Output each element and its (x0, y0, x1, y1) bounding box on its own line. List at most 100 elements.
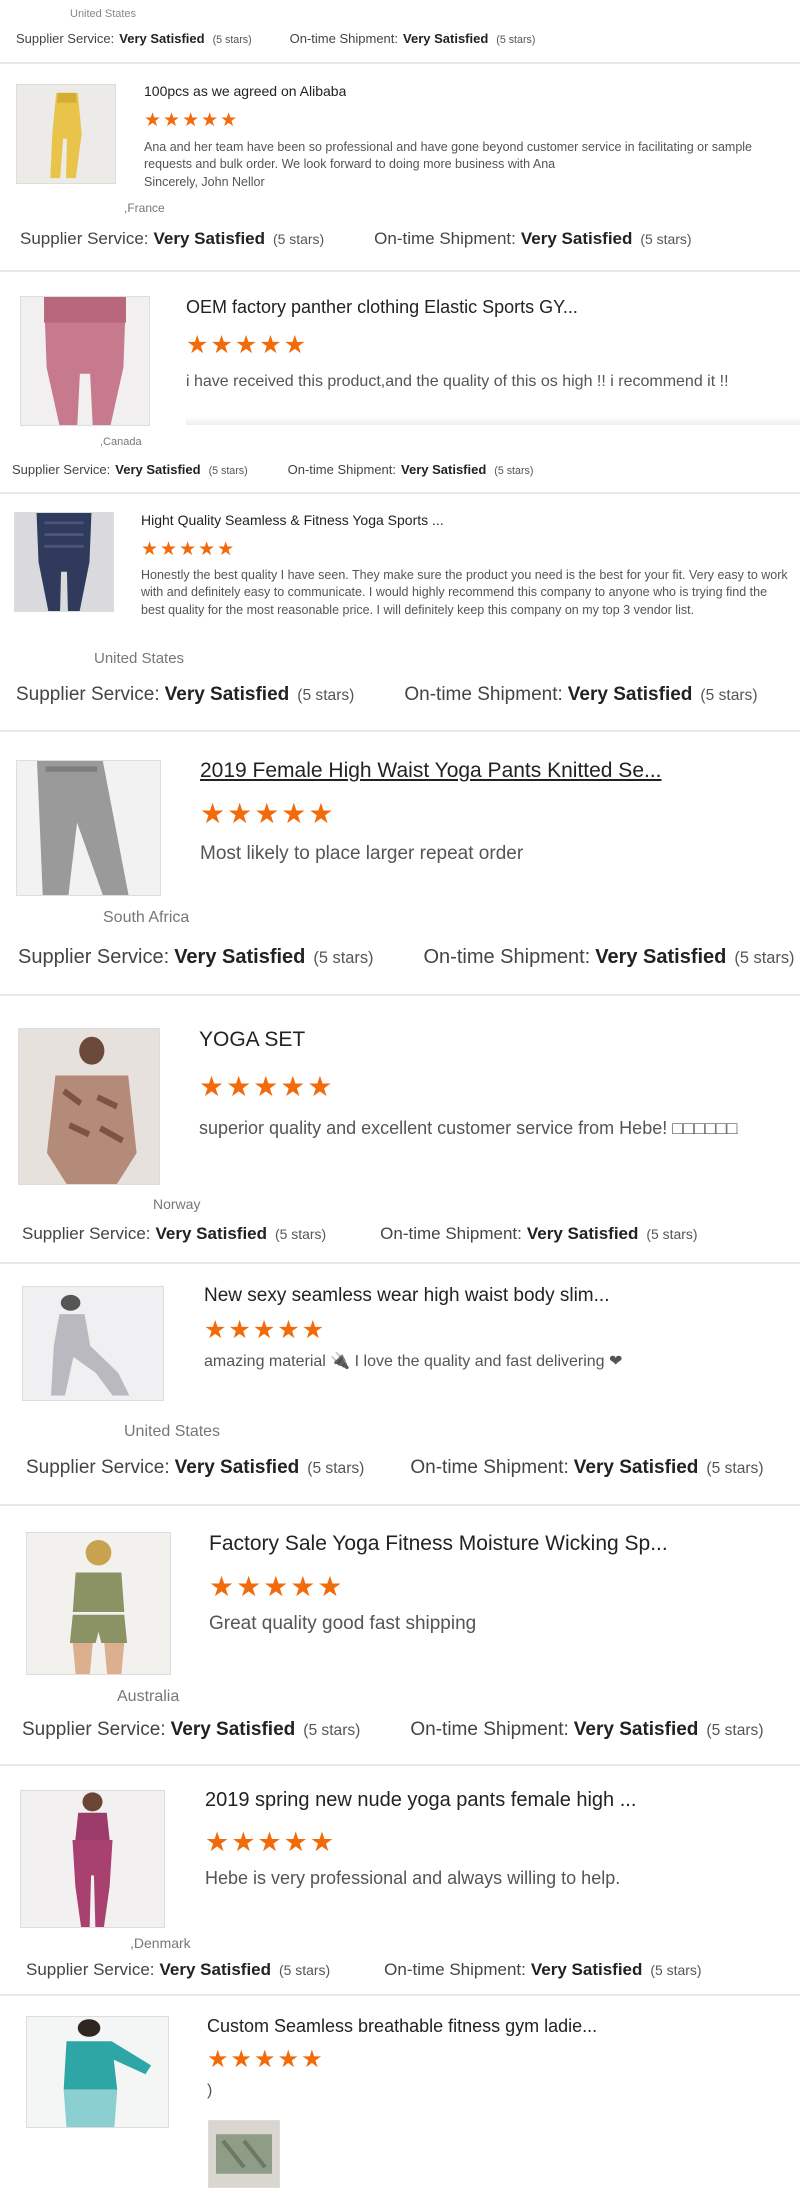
ratings-row: Supplier Service: Very Satisfied (5 star… (22, 1224, 698, 1244)
rating-stars: ★★★★★ (200, 798, 336, 829)
rating-stars: ★★★★★ (205, 1827, 337, 1857)
ontime-shipment-stars: (5 stars) (496, 34, 536, 46)
ratings-row: Supplier Service: Very Satisfied (5 star… (26, 1960, 702, 1980)
snake-print-top-photo[interactable] (18, 1028, 160, 1185)
supplier-service-value: Very Satisfied (164, 684, 290, 705)
supplier-service-stars: (5 stars) (297, 687, 355, 704)
review-text: Honestly the best quality I have seen. T… (141, 568, 788, 617)
ontime-shipment-label: On-time Shipment: (374, 229, 516, 248)
yellow-leggings-photo[interactable] (16, 84, 116, 184)
supplier-service-value: Very Satisfied (170, 1719, 296, 1740)
supplier-service-value: Very Satisfied (153, 229, 266, 248)
ontime-shipment-label: On-time Shipment: (404, 684, 563, 705)
supplier-service-value: Very Satisfied (159, 1960, 272, 1979)
review-title: Hight Quality Seamless & Fitness Yoga Sp… (141, 512, 444, 528)
supplier-service-label: Supplier Service: (22, 1719, 166, 1740)
ontime-shipment-stars: (5 stars) (734, 949, 795, 967)
review-title: Custom Seamless breathable fitness gym l… (207, 2016, 598, 2036)
supplier-service-value: Very Satisfied (115, 462, 201, 477)
supplier-service-stars: (5 stars) (275, 1226, 327, 1242)
reviewer-country: United States (70, 8, 137, 20)
ontime-shipment-stars: (5 stars) (650, 1962, 702, 1978)
ontime-shipment-stars: (5 stars) (706, 1722, 764, 1739)
review-divider (0, 1504, 800, 1506)
review-text: Hebe is very professional and always wil… (205, 1868, 621, 1888)
ontime-shipment-stars: (5 stars) (700, 687, 758, 704)
supplier-service-stars: (5 stars) (303, 1722, 361, 1739)
review-title: New sexy seamless wear high waist body s… (204, 1285, 610, 1306)
ratings-row: Supplier Service: Very Satisfied (5 star… (20, 229, 692, 249)
ontime-shipment-label: On-time Shipment: (380, 1224, 522, 1243)
supplier-service-value: Very Satisfied (155, 1224, 268, 1243)
review-title: 2019 spring new nude yoga pants female h… (205, 1789, 637, 1811)
ontime-shipment-value: Very Satisfied (595, 946, 727, 968)
rating-stars: ★★★★★ (141, 539, 237, 560)
rating-stars: ★★★★★ (209, 1571, 345, 1602)
rating-stars: ★★★★★ (204, 1316, 327, 1344)
pink-leggings-photo[interactable] (20, 296, 150, 426)
review-divider (0, 1764, 800, 1766)
ontime-shipment-label: On-time Shipment: (384, 1960, 526, 1979)
review-text: superior quality and excellent customer … (199, 1118, 738, 1138)
ontime-shipment-label: On-time Shipment: (287, 462, 397, 477)
ontime-shipment-label: On-time Shipment: (289, 31, 399, 46)
ratings-row: Supplier Service: Very Satisfied (5 star… (26, 1457, 764, 1479)
review-title: OEM factory panther clothing Elastic Spo… (186, 297, 578, 317)
review-divider (0, 730, 800, 732)
review-divider (0, 492, 800, 494)
ontime-shipment-label: On-time Shipment: (410, 1457, 569, 1478)
supplier-service-stars: (5 stars) (212, 34, 252, 46)
ontime-shipment-stars: (5 stars) (706, 1460, 764, 1477)
supplier-service-stars: (5 stars) (208, 465, 248, 477)
ontime-shipment-value: Very Satisfied (526, 1224, 639, 1243)
grey-set-photo[interactable] (22, 1286, 164, 1401)
supplier-service-label: Supplier Service: (22, 1224, 151, 1243)
review-title-link[interactable]: 2019 Female High Waist Yoga Pants Knitte… (200, 759, 662, 783)
review-text: amazing material 🔌 I love the quality an… (204, 1353, 623, 1370)
teal-top-photo[interactable] (26, 2016, 169, 2128)
ontime-shipment-label: On-time Shipment: (410, 1719, 569, 1740)
ontime-shipment-stars: (5 stars) (494, 465, 534, 477)
review-title: Factory Sale Yoga Fitness Moisture Wicki… (209, 1532, 668, 1555)
ratings-row: Supplier Service: Very Satisfied (5 star… (18, 946, 795, 969)
supplier-service-label: Supplier Service: (20, 229, 149, 248)
supplier-service-label: Supplier Service: (26, 1457, 170, 1478)
ontime-shipment-value: Very Satisfied (573, 1457, 699, 1478)
rating-stars: ★★★★★ (186, 331, 309, 359)
supplier-service-stars: (5 stars) (307, 1460, 365, 1477)
ontime-shipment-value: Very Satisfied (401, 462, 487, 477)
olive-set-photo[interactable] (26, 1532, 171, 1675)
supplier-service-value: Very Satisfied (174, 1457, 300, 1478)
reviewer-country: ,France (124, 201, 165, 215)
review-text: i have received this product,and the qua… (186, 373, 729, 390)
supplier-service-label: Supplier Service: (16, 31, 115, 46)
review-divider (0, 1994, 800, 1996)
berry-leggings-photo[interactable] (20, 1790, 165, 1928)
ratings-row: Supplier Service: Very Satisfied (5 star… (16, 684, 758, 706)
ratings-row: Supplier Service: Very Satisfied (5 star… (16, 31, 535, 46)
attachment-photo[interactable] (208, 2120, 280, 2188)
supplier-service-label: Supplier Service: (18, 946, 170, 968)
review-divider (0, 1262, 800, 1264)
supplier-service-value: Very Satisfied (119, 31, 205, 46)
navy-leggings-photo[interactable] (14, 512, 114, 612)
rating-stars: ★★★★★ (207, 2046, 325, 2073)
ontime-shipment-value: Very Satisfied (530, 1960, 643, 1979)
review-text: ) (207, 2082, 213, 2099)
supplier-service-label: Supplier Service: (12, 462, 111, 477)
supplier-service-stars: (5 stars) (273, 231, 325, 247)
review-divider (0, 270, 800, 272)
review-title: 100pcs as we agreed on Alibaba (144, 83, 347, 99)
ontime-shipment-stars: (5 stars) (640, 231, 692, 247)
supplier-service-value: Very Satisfied (174, 946, 306, 968)
supplier-service-label: Supplier Service: (26, 1960, 155, 1979)
ontime-shipment-stars: (5 stars) (646, 1226, 698, 1242)
review-divider (0, 994, 800, 996)
ontime-shipment-value: Very Satisfied (520, 229, 633, 248)
supplier-service-stars: (5 stars) (313, 949, 374, 967)
reviewer-country: ,Denmark (130, 1935, 191, 1951)
reviewer-country: United States (94, 650, 185, 667)
grey-leggings-photo[interactable] (16, 760, 161, 896)
review-text: Most likely to place larger repeat order (200, 843, 524, 864)
supplier-service-label: Supplier Service: (16, 684, 160, 705)
